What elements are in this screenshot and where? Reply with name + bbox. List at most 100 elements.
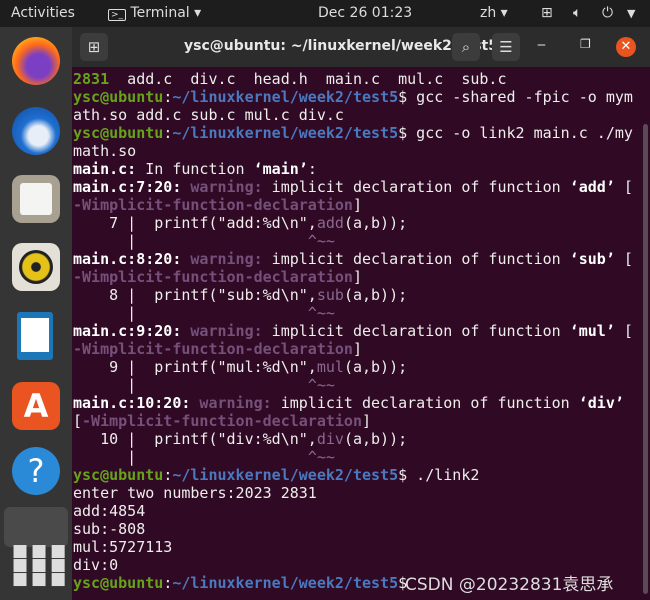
terminal-text: div:0 [73, 556, 119, 574]
terminal-line: main.c: In function ‘main’: [73, 160, 633, 178]
terminal-line: main.c:10:20: warning: implicit declarat… [73, 394, 633, 412]
terminal-text: -Wimplicit-function-declaration [73, 196, 353, 214]
terminal-line: ysc@ubuntu:~/linuxkernel/week2/test5$ gc… [73, 88, 633, 106]
terminal-text: main.c: [73, 160, 137, 178]
software-icon[interactable]: A [12, 382, 60, 430]
watermark: CSDN @20232831袁思承 [405, 575, 614, 595]
close-icon[interactable]: ✕ [616, 37, 636, 57]
terminal-text: ysc@ubuntu [73, 88, 164, 106]
terminal-text: ^~~ [307, 232, 335, 250]
terminal-text: ^~~ [307, 376, 335, 394]
system-menu-chevron-icon[interactable]: ▼ [627, 7, 635, 20]
minimize-icon[interactable]: ‒ [537, 37, 546, 53]
terminal-text: ‘sub’ [569, 250, 615, 268]
terminal-text: warning: [181, 250, 263, 268]
terminal-line: mul:5727113 [73, 538, 633, 556]
terminal-text: [ [614, 178, 633, 196]
terminal-line: math.so [73, 142, 633, 160]
terminal-line: | ^~~ [73, 448, 633, 466]
clock[interactable]: Dec 26 01:23 [318, 5, 412, 21]
terminal-header: ⊞ ysc@ubuntu: ~/linuxkernel/week2/test5 … [72, 27, 650, 67]
terminal-line: -Wimplicit-function-declaration] [73, 268, 633, 286]
terminal-line: 8 | printf("sub:%d\n",sub(a,b)); [73, 286, 633, 304]
show-apps-icon[interactable]: ■■■ ■■■ ■■■ [12, 543, 66, 592]
scrollbar[interactable] [643, 124, 648, 594]
terminal-text: $ gcc -o link2 main.c ./my [398, 124, 633, 142]
terminal-text: -Wimplicit-function-declaration [73, 268, 353, 286]
network-icon[interactable]: ⊞ [541, 5, 553, 21]
terminal-text: : [163, 466, 173, 484]
terminal-app-menu[interactable]: >_ Terminal ▾ [108, 5, 201, 21]
terminal-text: | [73, 376, 308, 394]
terminal-text: ‘add’ [569, 178, 615, 196]
terminal-text: (a,b)); [343, 214, 408, 232]
terminal-line: ath.so add.c sub.c mul.c div.c [73, 106, 633, 124]
terminal-text: ‘div’ [578, 394, 624, 412]
firefox-icon[interactable] [12, 37, 60, 85]
terminal-text: enter two numbers:2023 2831 [73, 484, 317, 502]
terminal-text: ~/linuxkernel/week2/test5 [172, 88, 399, 106]
terminal-output[interactable]: 2831 add.c div.c head.h main.c mul.c sub… [73, 70, 633, 592]
terminal-text: : [163, 574, 173, 592]
terminal-line: | ^~~ [73, 232, 633, 250]
writer-icon[interactable] [17, 312, 53, 360]
maximize-icon[interactable]: ❐ [580, 37, 591, 51]
terminal-text: mul [316, 358, 344, 376]
terminal-line: ysc@ubuntu:~/linuxkernel/week2/test5$ gc… [73, 124, 633, 142]
help-icon[interactable]: ? [12, 447, 60, 495]
terminal-text: implicit declaration of function [262, 322, 570, 340]
terminal-text: | [73, 304, 308, 322]
terminal-line: -Wimplicit-function-declaration] [73, 340, 633, 358]
terminal-text: sub [316, 286, 344, 304]
terminal-text: add:4854 [73, 502, 146, 520]
terminal-line: main.c:9:20: warning: implicit declarati… [73, 322, 633, 340]
terminal-text: -Wimplicit-function-declaration [73, 340, 353, 358]
search-icon[interactable]: ⌕ [452, 33, 480, 61]
terminal-text: (a,b)); [343, 358, 408, 376]
terminal-text: sub:-808 [73, 520, 146, 538]
terminal-text: (a,b)); [343, 286, 408, 304]
terminal-text: ysc@ubuntu [73, 466, 164, 484]
terminal-text: ] [352, 340, 362, 358]
terminal-line: 2831 add.c div.c head.h main.c mul.c sub… [73, 70, 633, 88]
terminal-text: ^~~ [307, 304, 335, 322]
files-icon[interactable] [12, 175, 60, 223]
thunderbird-icon[interactable] [12, 107, 60, 155]
terminal-text: : [163, 124, 173, 142]
terminal-line: main.c:8:20: warning: implicit declarati… [73, 250, 633, 268]
terminal-line: 9 | printf("mul:%d\n",mul(a,b)); [73, 358, 633, 376]
terminal-line: | ^~~ [73, 304, 633, 322]
terminal-text: main.c:10:20: [73, 394, 191, 412]
terminal-text: ~/linuxkernel/week2/test5 [172, 466, 399, 484]
terminal-text: div [316, 430, 344, 448]
terminal-text: [ [614, 322, 633, 340]
dock: A ? ■■■ ■■■ ■■■ [0, 27, 72, 600]
terminal-line: enter two numbers:2023 2831 [73, 484, 633, 502]
terminal-line: [-Wimplicit-function-declaration] [73, 412, 633, 430]
terminal-text: [ [614, 250, 633, 268]
activities-button[interactable]: Activities [11, 5, 75, 21]
power-icon[interactable]: ⏻ [602, 5, 613, 21]
terminal-text: implicit declaration of function [262, 250, 570, 268]
terminal-text: 9 | printf("mul:%d\n", [73, 358, 317, 376]
terminal-text: ] [352, 268, 362, 286]
terminal-text: : [307, 160, 317, 178]
terminal-text: ] [352, 196, 362, 214]
terminal-text: -Wimplicit-function-declaration [82, 412, 362, 430]
terminal-text: ^~~ [307, 448, 335, 466]
terminal-text: warning: [181, 322, 263, 340]
terminal-text: math.so [73, 142, 137, 160]
rhythmbox-icon[interactable] [12, 243, 60, 291]
input-method[interactable]: zh ▾ [480, 5, 508, 21]
terminal-line: add:4854 [73, 502, 633, 520]
terminal-text: mul:5727113 [73, 538, 173, 556]
terminal-line: ysc@ubuntu:~/linuxkernel/week2/test5$ ./… [73, 466, 633, 484]
terminal-text: 2831 [73, 70, 110, 88]
terminal-text: 10 | printf("div:%d\n", [73, 430, 317, 448]
volume-icon[interactable]: 🔈︎ [573, 5, 581, 21]
terminal-text: ysc@ubuntu [73, 124, 164, 142]
terminal-text: $ gcc -shared -fpic -o mym [398, 88, 633, 106]
menu-icon[interactable]: ☰ [492, 33, 520, 61]
terminal-text: implicit declaration of function [271, 394, 579, 412]
terminal-text: implicit declaration of function [262, 178, 570, 196]
